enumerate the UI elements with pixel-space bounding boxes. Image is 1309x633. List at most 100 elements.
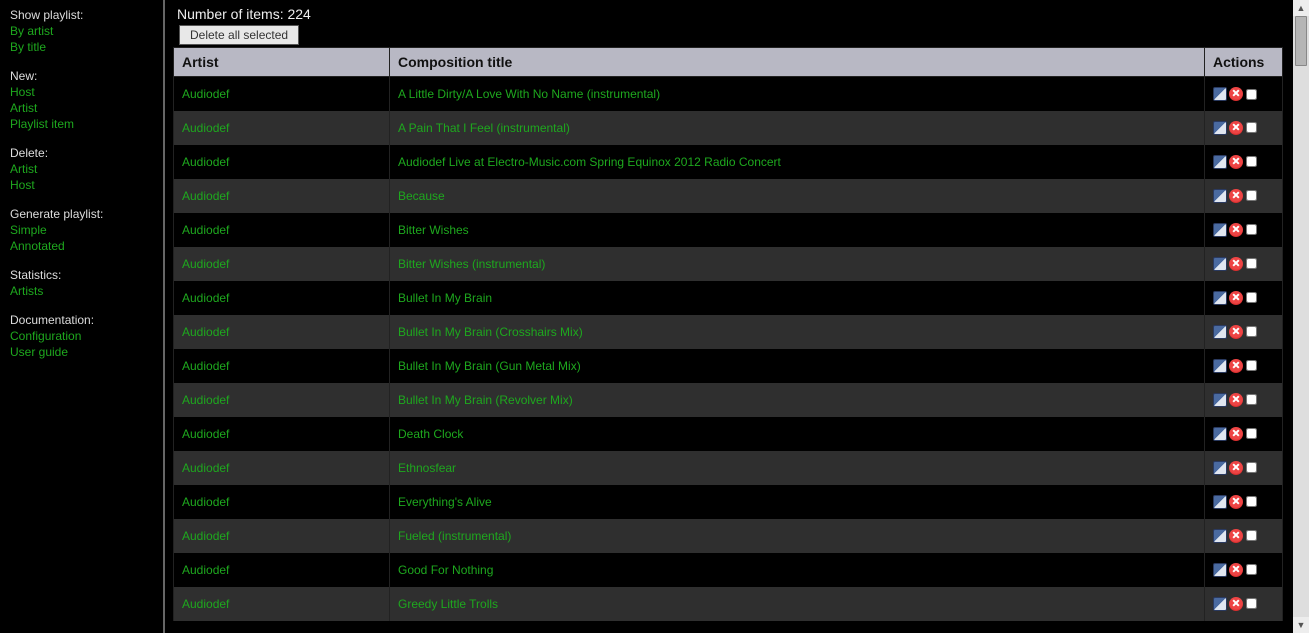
delete-icon[interactable] — [1229, 189, 1243, 203]
row-checkbox[interactable] — [1246, 462, 1257, 473]
artist-link[interactable]: Audiodef — [182, 427, 229, 441]
scrollbar[interactable]: ▲ ▼ — [1293, 0, 1309, 633]
edit-icon[interactable] — [1213, 189, 1227, 203]
row-checkbox[interactable] — [1246, 292, 1257, 303]
row-checkbox[interactable] — [1246, 530, 1257, 541]
edit-icon[interactable] — [1213, 529, 1227, 543]
row-checkbox[interactable] — [1246, 190, 1257, 201]
edit-icon[interactable] — [1213, 121, 1227, 135]
artist-link[interactable]: Audiodef — [182, 597, 229, 611]
delete-icon[interactable] — [1229, 325, 1243, 339]
sidebar-link[interactable]: Host — [10, 177, 153, 193]
title-link[interactable]: Audiodef Live at Electro-Music.com Sprin… — [398, 155, 781, 169]
artist-link[interactable]: Audiodef — [182, 393, 229, 407]
delete-icon[interactable] — [1229, 427, 1243, 441]
artist-link[interactable]: Audiodef — [182, 325, 229, 339]
title-link[interactable]: A Pain That I Feel (instrumental) — [398, 121, 570, 135]
title-link[interactable]: Ethnosfear — [398, 461, 456, 475]
column-artist[interactable]: Artist — [174, 48, 390, 77]
artist-link[interactable]: Audiodef — [182, 529, 229, 543]
title-link[interactable]: Bullet In My Brain (Gun Metal Mix) — [398, 359, 581, 373]
delete-icon[interactable] — [1229, 155, 1243, 169]
delete-icon[interactable] — [1229, 597, 1243, 611]
scroll-down-icon[interactable]: ▼ — [1293, 617, 1309, 633]
sidebar-link[interactable]: Artist — [10, 100, 153, 116]
title-link[interactable]: Everything's Alive — [398, 495, 492, 509]
artist-link[interactable]: Audiodef — [182, 563, 229, 577]
title-link[interactable]: Bullet In My Brain (Revolver Mix) — [398, 393, 573, 407]
edit-icon[interactable] — [1213, 495, 1227, 509]
artist-link[interactable]: Audiodef — [182, 257, 229, 271]
artist-link[interactable]: Audiodef — [182, 461, 229, 475]
artist-link[interactable]: Audiodef — [182, 291, 229, 305]
edit-icon[interactable] — [1213, 257, 1227, 271]
row-checkbox[interactable] — [1246, 394, 1257, 405]
title-link[interactable]: Bitter Wishes — [398, 223, 469, 237]
delete-all-selected-button[interactable]: Delete all selected — [179, 25, 299, 45]
row-checkbox[interactable] — [1246, 122, 1257, 133]
edit-icon[interactable] — [1213, 563, 1227, 577]
row-checkbox[interactable] — [1246, 156, 1257, 167]
title-link[interactable]: A Little Dirty/A Love With No Name (inst… — [398, 87, 660, 101]
scroll-up-icon[interactable]: ▲ — [1293, 0, 1309, 16]
row-checkbox[interactable] — [1246, 360, 1257, 371]
title-link[interactable]: Because — [398, 189, 445, 203]
title-link[interactable]: Bullet In My Brain — [398, 291, 492, 305]
artist-link[interactable]: Audiodef — [182, 223, 229, 237]
edit-icon[interactable] — [1213, 325, 1227, 339]
row-checkbox[interactable] — [1246, 496, 1257, 507]
edit-icon[interactable] — [1213, 87, 1227, 101]
delete-icon[interactable] — [1229, 257, 1243, 271]
row-checkbox[interactable] — [1246, 258, 1257, 269]
delete-icon[interactable] — [1229, 87, 1243, 101]
sidebar-link[interactable]: Annotated — [10, 238, 153, 254]
row-checkbox[interactable] — [1246, 89, 1257, 100]
title-link[interactable]: Bitter Wishes (instrumental) — [398, 257, 545, 271]
edit-icon[interactable] — [1213, 427, 1227, 441]
artist-link[interactable]: Audiodef — [182, 189, 229, 203]
artist-link[interactable]: Audiodef — [182, 359, 229, 373]
sidebar-link[interactable]: Configuration — [10, 328, 153, 344]
edit-icon[interactable] — [1213, 597, 1227, 611]
delete-icon[interactable] — [1229, 529, 1243, 543]
sidebar-link[interactable]: Playlist item — [10, 116, 153, 132]
sidebar: Show playlist:By artistBy titleNew:HostA… — [0, 0, 165, 633]
edit-icon[interactable] — [1213, 359, 1227, 373]
sidebar-link[interactable]: Host — [10, 84, 153, 100]
title-link[interactable]: Fueled (instrumental) — [398, 529, 511, 543]
row-checkbox[interactable] — [1246, 598, 1257, 609]
title-link[interactable]: Death Clock — [398, 427, 463, 441]
scroll-thumb[interactable] — [1295, 16, 1307, 66]
artist-link[interactable]: Audiodef — [182, 121, 229, 135]
row-checkbox[interactable] — [1246, 428, 1257, 439]
artist-link[interactable]: Audiodef — [182, 495, 229, 509]
delete-icon[interactable] — [1229, 359, 1243, 373]
edit-icon[interactable] — [1213, 291, 1227, 305]
edit-icon[interactable] — [1213, 155, 1227, 169]
sidebar-link[interactable]: By artist — [10, 23, 153, 39]
artist-link[interactable]: Audiodef — [182, 155, 229, 169]
title-link[interactable]: Greedy Little Trolls — [398, 597, 498, 611]
sidebar-link[interactable]: User guide — [10, 344, 153, 360]
row-checkbox[interactable] — [1246, 326, 1257, 337]
delete-icon[interactable] — [1229, 223, 1243, 237]
artist-link[interactable]: Audiodef — [182, 87, 229, 101]
delete-icon[interactable] — [1229, 393, 1243, 407]
delete-icon[interactable] — [1229, 121, 1243, 135]
delete-icon[interactable] — [1229, 563, 1243, 577]
edit-icon[interactable] — [1213, 393, 1227, 407]
sidebar-link[interactable]: Artists — [10, 283, 153, 299]
delete-icon[interactable] — [1229, 291, 1243, 305]
sidebar-link[interactable]: Artist — [10, 161, 153, 177]
title-link[interactable]: Bullet In My Brain (Crosshairs Mix) — [398, 325, 583, 339]
row-checkbox[interactable] — [1246, 564, 1257, 575]
sidebar-link[interactable]: Simple — [10, 222, 153, 238]
sidebar-link[interactable]: By title — [10, 39, 153, 55]
delete-icon[interactable] — [1229, 461, 1243, 475]
delete-icon[interactable] — [1229, 495, 1243, 509]
edit-icon[interactable] — [1213, 461, 1227, 475]
column-title[interactable]: Composition title — [390, 48, 1205, 77]
edit-icon[interactable] — [1213, 223, 1227, 237]
title-link[interactable]: Good For Nothing — [398, 563, 493, 577]
row-checkbox[interactable] — [1246, 224, 1257, 235]
